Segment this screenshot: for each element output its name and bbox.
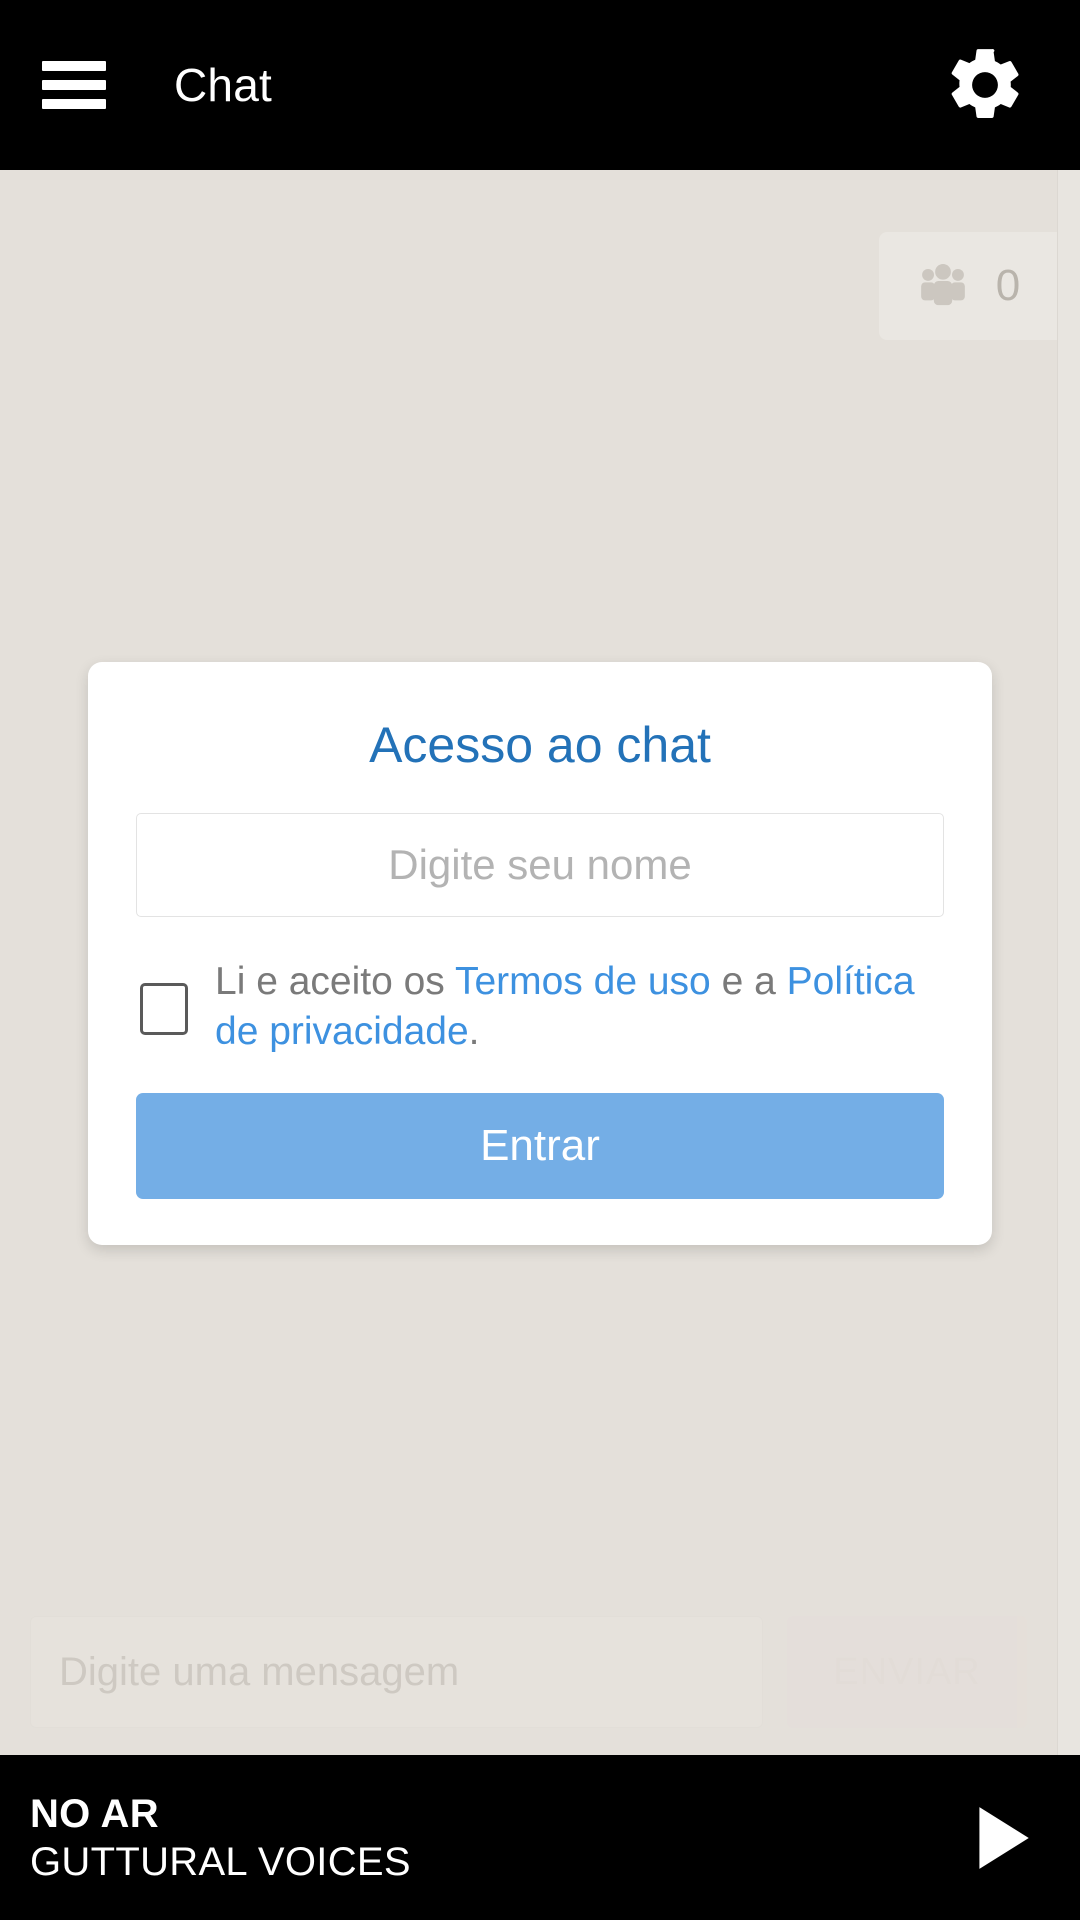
- terms-suffix: .: [468, 1010, 480, 1053]
- name-input[interactable]: [136, 813, 944, 918]
- player-status-label: NO AR: [30, 1791, 159, 1836]
- player-info: NO AR GUTTURAL VOICES: [30, 1793, 411, 1883]
- app-header-bar: Chat: [0, 0, 1080, 170]
- hamburger-bar: [42, 80, 106, 90]
- login-card-title: Acesso ao chat: [369, 717, 711, 774]
- terms-acceptance-row: Li e aceito os Termos de uso e a Polític…: [136, 957, 944, 1057]
- play-icon[interactable]: [964, 1801, 1038, 1875]
- radio-player-bar: NO AR GUTTURAL VOICES: [0, 1755, 1080, 1920]
- terms-text: Li e aceito os Termos de uso e a Polític…: [215, 957, 944, 1057]
- terms-middle: e a: [710, 960, 787, 1004]
- terms-prefix: Li e aceito os: [215, 960, 455, 1004]
- page-title: Chat: [174, 59, 272, 111]
- chat-app-screen: Chat 0 Digite uma mensagem ENVIAR Acesso…: [0, 0, 1080, 1920]
- player-track-name: GUTTURAL VOICES: [30, 1839, 411, 1884]
- terms-of-use-link[interactable]: Termos de uso: [455, 960, 711, 1003]
- hamburger-bar: [42, 61, 106, 71]
- hamburger-menu-icon[interactable]: [42, 61, 106, 109]
- login-card: Acesso ao chat Li e aceito os Termos de …: [88, 662, 992, 1245]
- gear-icon[interactable]: [942, 42, 1028, 128]
- chat-message-area: 0 Digite uma mensagem ENVIAR Acesso ao c…: [0, 170, 1080, 1755]
- login-overlay: Acesso ao chat Li e aceito os Termos de …: [0, 170, 1080, 1755]
- hamburger-bar: [42, 99, 106, 109]
- enter-button[interactable]: Entrar: [136, 1092, 944, 1199]
- terms-checkbox[interactable]: [140, 983, 188, 1036]
